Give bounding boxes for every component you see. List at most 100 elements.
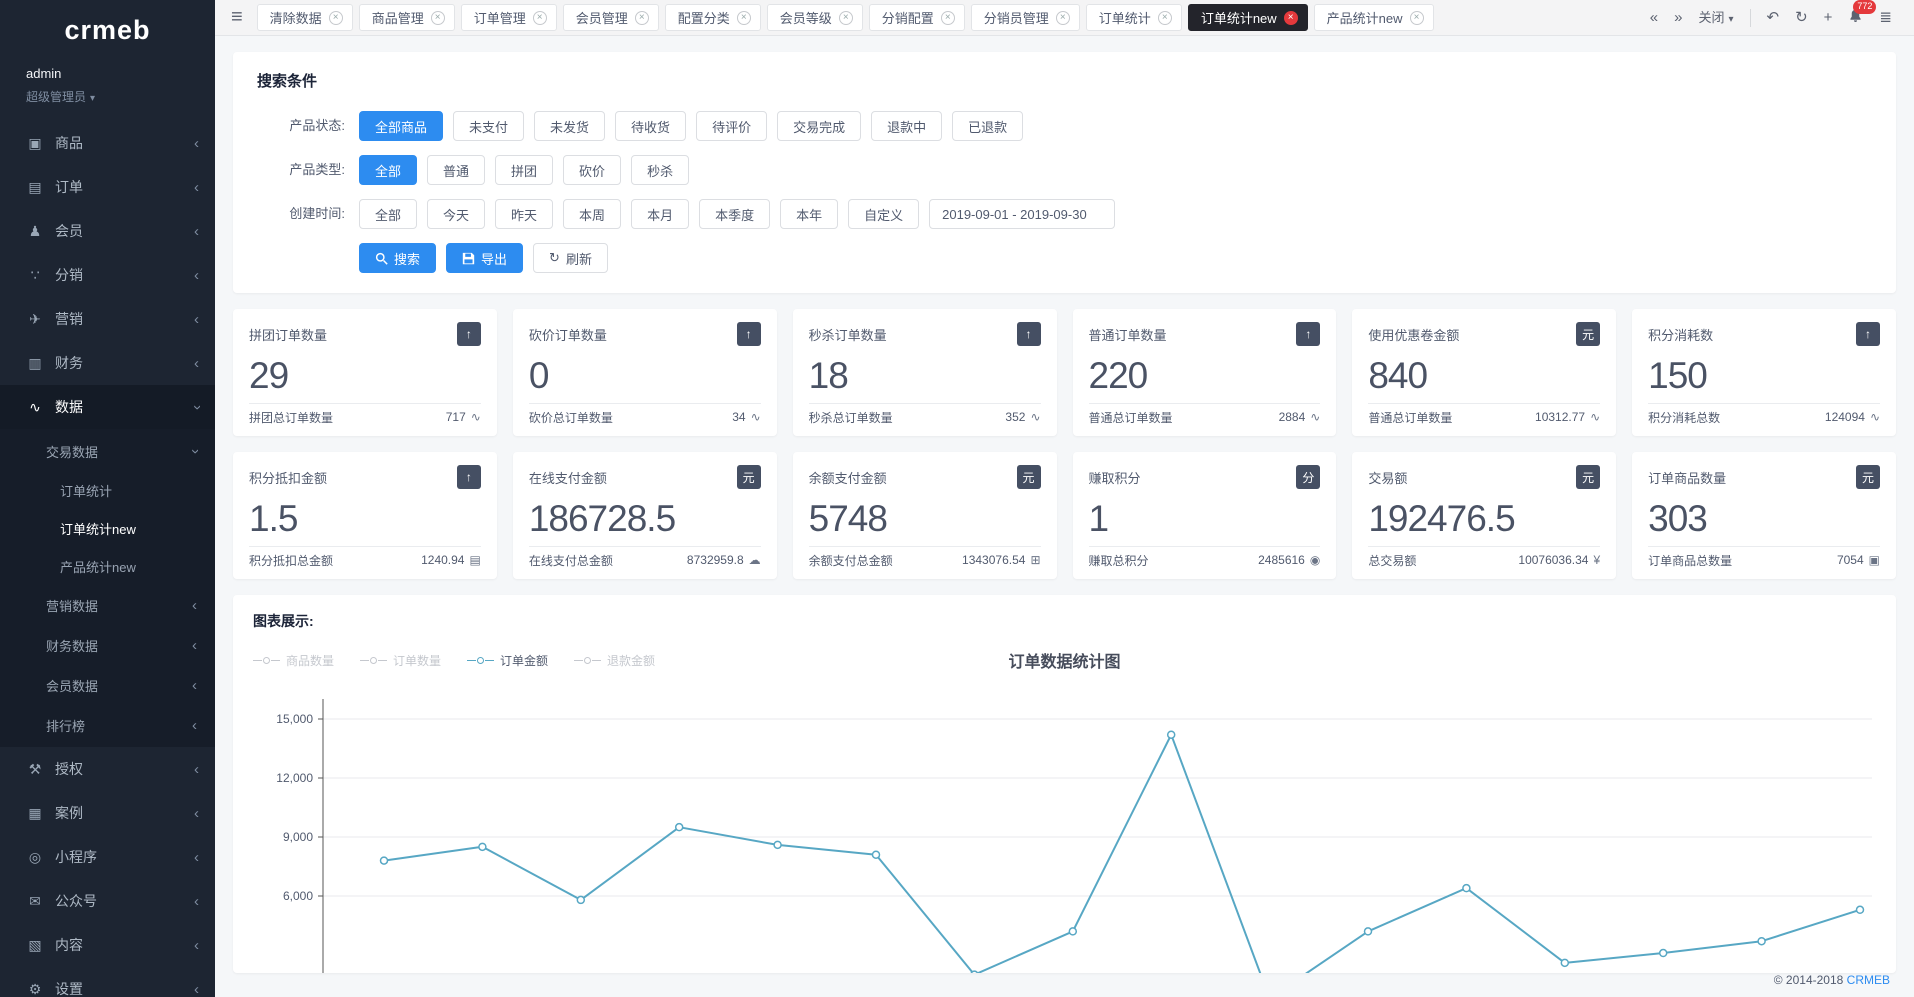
filter-button[interactable]: 待收货	[615, 111, 686, 141]
sidebar-item-order-statistics-new[interactable]: 订单统计new	[0, 509, 215, 547]
filter-button[interactable]: 本月	[631, 199, 689, 229]
tab-close-icon[interactable]: ×	[635, 11, 649, 25]
tab-close-icon[interactable]: ×	[431, 11, 445, 25]
filter-button[interactable]: 秒杀	[631, 155, 689, 185]
back-icon[interactable]: ↶	[1767, 10, 1780, 25]
authorization-icon: ⚒	[26, 761, 44, 778]
filter-row-product-type: 产品类型:全部普通拼团砍价秒杀	[257, 155, 1872, 185]
tab-10[interactable]: 订单统计new×	[1188, 4, 1308, 31]
tabs-scroll-right-icon[interactable]: »	[1674, 10, 1682, 25]
search-button[interactable]: 搜索	[359, 243, 436, 273]
search-icon	[375, 252, 388, 265]
filter-button[interactable]: 全部	[359, 199, 417, 229]
sidebar-item-trade-data[interactable]: 交易数据‹	[0, 431, 215, 471]
sidebar-item-members[interactable]: ♟会员‹	[0, 209, 215, 253]
filter-button[interactable]: 普通	[427, 155, 485, 185]
filter-button[interactable]: 退款中	[871, 111, 942, 141]
tab-3[interactable]: 订单管理×	[461, 4, 557, 31]
tab-6[interactable]: 会员等级×	[767, 4, 863, 31]
tab-8[interactable]: 分销员管理×	[971, 4, 1080, 31]
sidebar-item-data[interactable]: ∿数据‹	[0, 385, 215, 429]
stat-title: 余额支付金额	[809, 468, 887, 487]
sidebar-item-marketing[interactable]: ✈营销‹	[0, 297, 215, 341]
tab-close-icon[interactable]: ×	[941, 11, 955, 25]
sidebar-item-label: 交易数据	[46, 442, 192, 461]
stat-value: 220	[1089, 355, 1321, 397]
scale-icon: ⊞	[1030, 553, 1040, 567]
sidebar-item-orders[interactable]: ▤订单‹	[0, 165, 215, 209]
tab-close-icon[interactable]: ×	[1284, 11, 1298, 25]
stat-card-header: 赚取积分分	[1089, 465, 1321, 489]
sidebar-item-finance[interactable]: ▥财务‹	[0, 341, 215, 385]
legend-marker-icon	[360, 657, 387, 664]
filter-button[interactable]: 自定义	[848, 199, 919, 229]
tabs-scroll-left-icon[interactable]: «	[1650, 10, 1658, 25]
sidebar-item-content[interactable]: ▧内容‹	[0, 923, 215, 967]
user-role-dropdown[interactable]: 超级管理员▾	[26, 88, 215, 105]
sidebar-item-mini-program[interactable]: ◎小程序‹	[0, 835, 215, 879]
notifications-bell-icon[interactable]: 772	[1848, 8, 1863, 27]
filter-button[interactable]: 昨天	[495, 199, 553, 229]
sidebar-item-marketing-data[interactable]: 营销数据‹	[0, 585, 215, 625]
filter-button[interactable]: 已退款	[952, 111, 1023, 141]
filter-button[interactable]: 全部商品	[359, 111, 443, 141]
tab-close-icon[interactable]: ×	[839, 11, 853, 25]
filter-button[interactable]: 拼团	[495, 155, 553, 185]
stat-card: 赚取积分分1赚取总积分2485616◉	[1073, 452, 1337, 579]
stat-card-header: 拼团订单数量↑	[249, 322, 481, 346]
tab-9[interactable]: 订单统计×	[1086, 4, 1182, 31]
tab-1[interactable]: 清除数据×	[257, 4, 353, 31]
sidebar-item-member-data[interactable]: 会员数据‹	[0, 665, 215, 705]
filter-button[interactable]: 未支付	[453, 111, 524, 141]
tab-4[interactable]: 会员管理×	[563, 4, 659, 31]
stat-footer-label: 订单商品总数量	[1648, 552, 1732, 569]
legend-label: 退款金额	[607, 652, 655, 669]
tab-close-icon[interactable]: ×	[1056, 11, 1070, 25]
legend-item[interactable]: 商品数量	[253, 652, 334, 669]
filter-button[interactable]: 本季度	[699, 199, 770, 229]
message-list-icon[interactable]: ≣	[1879, 10, 1892, 25]
legend-item[interactable]: 退款金额	[574, 652, 655, 669]
sidebar-item-goods[interactable]: ▣商品‹	[0, 121, 215, 165]
filter-button[interactable]: 待评价	[696, 111, 767, 141]
tab-close-icon[interactable]: ×	[1158, 11, 1172, 25]
hamburger-icon[interactable]: ≡	[231, 6, 243, 29]
tab-11[interactable]: 产品统计new×	[1314, 4, 1434, 31]
filter-button[interactable]: 交易完成	[777, 111, 861, 141]
sidebar-item-authorization[interactable]: ⚒授权‹	[0, 747, 215, 791]
card-icon: ▤	[469, 553, 480, 567]
filter-rows: 产品状态:全部商品未支付未发货待收货待评价交易完成退款中已退款产品类型:全部普通…	[257, 111, 1872, 229]
sidebar-item-finance-data[interactable]: 财务数据‹	[0, 625, 215, 665]
sidebar-item-cases[interactable]: ▦案例‹	[0, 791, 215, 835]
crmeb-link[interactable]: CRMEB	[1847, 973, 1890, 987]
export-button[interactable]: 导出	[446, 243, 523, 273]
refresh-button[interactable]: ↻刷新	[533, 243, 608, 273]
tab-close-icon[interactable]: ×	[329, 11, 343, 25]
filter-button[interactable]: 本年	[780, 199, 838, 229]
sidebar-item-settings[interactable]: ⚙设置‹	[0, 967, 215, 997]
plus-icon[interactable]: +	[1824, 10, 1833, 25]
filter-button[interactable]: 今天	[427, 199, 485, 229]
sidebar-item-order-statistics[interactable]: 订单统计	[0, 471, 215, 509]
date-range-input[interactable]	[929, 199, 1115, 229]
filter-button[interactable]: 未发货	[534, 111, 605, 141]
legend-item[interactable]: 订单金额	[467, 652, 548, 669]
close-tabs-dropdown[interactable]: 关闭▾	[1698, 11, 1733, 25]
refresh-icon[interactable]: ↻	[1795, 10, 1808, 25]
filter-button[interactable]: 全部	[359, 155, 417, 185]
tab-5[interactable]: 配置分类×	[665, 4, 761, 31]
sidebar-item-ranking[interactable]: 排行榜‹	[0, 705, 215, 745]
filter-button[interactable]: 本周	[563, 199, 621, 229]
chevron-icon: ‹	[194, 893, 199, 910]
filter-button[interactable]: 砍价	[563, 155, 621, 185]
tab-7[interactable]: 分销配置×	[869, 4, 965, 31]
legend-item[interactable]: 订单数量	[360, 652, 441, 669]
tab-close-icon[interactable]: ×	[1410, 11, 1424, 25]
tab-close-icon[interactable]: ×	[737, 11, 751, 25]
sidebar-item-official-account[interactable]: ✉公众号‹	[0, 879, 215, 923]
tab-2[interactable]: 商品管理×	[359, 4, 455, 31]
tab-close-icon[interactable]: ×	[533, 11, 547, 25]
sidebar-item-product-statistics-new[interactable]: 产品统计new	[0, 547, 215, 585]
sidebar-item-distribution[interactable]: ∵分销‹	[0, 253, 215, 297]
sidebar-item-label: 商品	[55, 133, 194, 153]
